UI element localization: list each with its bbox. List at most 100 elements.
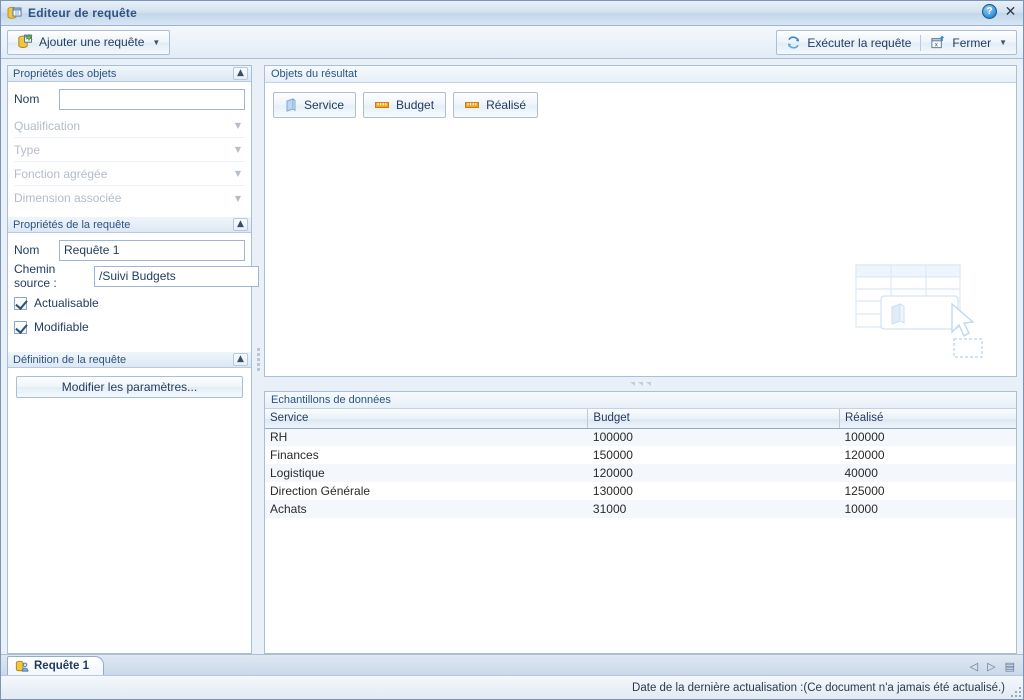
column-header-budget[interactable]: Budget [587, 409, 840, 429]
query-name-label: Nom [14, 243, 40, 257]
add-query-label: Ajouter une requête [39, 35, 145, 49]
last-refresh-status: Date de la dernière actualisation :(Ce d… [632, 681, 1005, 694]
chevron-down-icon: ▼ [234, 193, 241, 203]
editable-label: Modifiable [34, 320, 89, 334]
measure-icon [375, 100, 390, 110]
window-controls: ? ✕ [982, 4, 1018, 20]
measure-icon [465, 100, 480, 110]
add-query-button[interactable]: Ajouter une requête ▼ [7, 29, 171, 55]
cell-budget: 100000 [592, 430, 633, 445]
result-object-chip-service[interactable]: Service [273, 92, 357, 118]
chevron-double-up-icon[interactable]: ▲ [233, 353, 248, 366]
object-name-input[interactable] [59, 88, 245, 110]
title-bar: Editeur de requête ? ✕ [1, 1, 1023, 26]
status-bar: Date de la dernière actualisation :(Ce d… [1, 675, 1023, 699]
data-samples-grid: Echantillons de données Service Budget R… [265, 409, 1016, 653]
result-objects-panel: Objets du résultat Service Budget Réalis… [264, 65, 1017, 377]
window-title: Editeur de requête [28, 6, 137, 20]
close-query-button[interactable]: x Fermer ▼ [921, 31, 1016, 54]
refreshable-checkbox-row[interactable]: Actualisable [14, 291, 245, 315]
object-name-label: Nom [14, 92, 40, 106]
cell-realise: 40000 [844, 466, 878, 480]
associated-dimension-label: Dimension associée [14, 191, 122, 205]
editable-checkbox[interactable] [14, 320, 27, 334]
column-header-service[interactable]: Service [265, 409, 589, 429]
tab-label: Requête 1 [34, 660, 89, 672]
right-column: Objets du résultat Service Budget Réalis… [264, 65, 1017, 654]
run-close-group: Exécuter la requête x Fermer ▼ [776, 30, 1017, 55]
cell-realise: 100000 [844, 430, 885, 445]
cell-service: Finances [270, 448, 319, 462]
dimension-icon [285, 98, 297, 112]
edit-parameters-button[interactable]: Modifier les paramètres... [16, 376, 243, 398]
tab-requete-1[interactable]: Requête 1 [7, 656, 104, 675]
query-name-row: Nom [14, 239, 245, 261]
left-column-filler [8, 407, 251, 653]
chevron-double-up-icon[interactable]: ▲ [233, 67, 248, 80]
query-name-input[interactable] [59, 239, 245, 261]
cell-realise: 10000 [844, 502, 878, 516]
prev-tab-icon[interactable]: ◁ [970, 661, 978, 672]
table-row[interactable]: Finances 150000 120000 [265, 446, 1016, 464]
type-field: Type ▼ [14, 138, 245, 162]
result-object-chip-budget[interactable]: Budget [363, 92, 447, 118]
aggregate-function-field: Fonction agrégée ▼ [14, 162, 245, 186]
chevron-down-icon: ▼ [152, 37, 161, 47]
refreshable-checkbox[interactable] [14, 296, 27, 310]
cell-budget: 120000 [592, 466, 633, 480]
object-properties-panel: Propriétés des objets ▲ Nom Qualificatio… [8, 66, 251, 217]
query-properties-header: Propriétés de la requête ▲ [8, 217, 251, 233]
left-properties-column: Propriétés des objets ▲ Nom Qualificatio… [7, 65, 259, 654]
chevron-down-icon: ▼ [234, 169, 241, 178]
result-objects-dropzone[interactable]: Service Budget Réalisé [265, 83, 1016, 376]
cell-realise: 120000 [844, 448, 885, 462]
close-query-label: Fermer [952, 35, 992, 50]
help-button[interactable]: ? [982, 4, 997, 19]
horizontal-splitter[interactable] [264, 377, 1017, 391]
object-properties-title: Propriétés des objets [13, 67, 117, 80]
tab-list-icon[interactable]: ▤ [1005, 661, 1015, 672]
close-icon[interactable]: ✕ [1003, 4, 1018, 20]
drag-drop-table-hint [852, 260, 1002, 370]
associated-dimension-field: Dimension associée ▼ [14, 186, 245, 210]
column-header-realise[interactable]: Réalisé [839, 409, 1016, 429]
query-tab-strip: Requête 1 ◁ ▷ ▤ [1, 654, 1023, 675]
main-toolbar: Ajouter une requête ▼ Exécuter la requêt… [1, 26, 1023, 59]
editable-checkbox-row[interactable]: Modifiable [14, 315, 245, 339]
run-query-label: Exécuter la requête [807, 35, 912, 50]
toolbar-right-group: Exécuter la requête x Fermer ▼ [776, 30, 1017, 55]
table-row[interactable]: Direction Générale 130000 125000 [265, 482, 1016, 500]
table-row[interactable]: RH 100000 100000 [265, 428, 1016, 446]
object-properties-body: Nom Qualification ▼ Type ▼ Fonction agré… [8, 82, 251, 217]
query-properties-title: Propriétés de la requête [13, 218, 131, 231]
query-definition-title: Définition de la requête [13, 353, 127, 366]
object-name-row: Nom [14, 88, 245, 110]
source-path-row: Chemin source : [14, 262, 259, 290]
app-icon [7, 6, 22, 21]
object-properties-header: Propriétés des objets ▲ [8, 66, 251, 82]
run-query-button[interactable]: Exécuter la requête [777, 31, 920, 54]
table-row[interactable]: Logistique 120000 40000 [265, 464, 1016, 482]
result-object-chip-realise[interactable]: Réalisé [453, 92, 539, 118]
qualification-label: Qualification [14, 118, 81, 133]
cell-budget: 130000 [592, 484, 633, 498]
result-objects-chip-list: Service Budget Réalisé [273, 92, 1008, 118]
next-tab-icon[interactable]: ▷ [987, 661, 995, 672]
splitter-grip [630, 382, 651, 386]
cell-service: RH [270, 430, 288, 445]
window-resize-grip[interactable] [1009, 685, 1021, 697]
data-table: Service Budget Réalisé RH 100000 100000 [265, 409, 1016, 518]
cell-service: Achats [270, 502, 307, 516]
table-row[interactable]: Achats 31000 10000 [265, 500, 1016, 518]
result-objects-title: Objets du résultat [265, 66, 1016, 83]
cell-realise: 125000 [844, 484, 885, 498]
chevron-double-up-icon[interactable]: ▲ [233, 218, 248, 231]
vertical-splitter[interactable] [252, 65, 264, 654]
source-path-input[interactable] [94, 265, 259, 287]
cell-budget: 150000 [592, 448, 633, 462]
data-table-header-row: Service Budget Réalisé [265, 409, 1016, 429]
aggregate-function-label: Fonction agrégée [14, 166, 108, 181]
query-definition-header: Définition de la requête ▲ [8, 352, 251, 368]
chip-label: Réalisé [486, 98, 527, 112]
chevron-down-icon: ▼ [999, 38, 1007, 47]
